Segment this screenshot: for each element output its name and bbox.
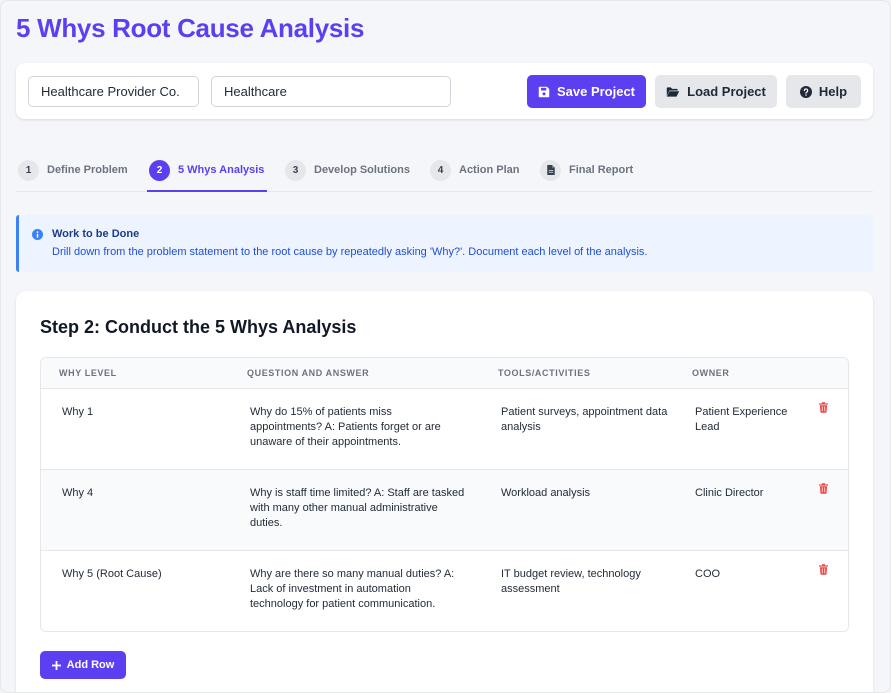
trash-icon[interactable] [819, 402, 828, 413]
column-header-owner: Owner [692, 368, 730, 378]
trash-icon[interactable] [819, 564, 828, 575]
step-tabs: 1 Define Problem 2 5 Whys Analysis 3 Dev… [16, 149, 873, 192]
trash-icon[interactable] [819, 483, 828, 494]
step-number-badge: 1 [18, 159, 39, 181]
info-icon [32, 229, 43, 240]
page-title: 5 Whys Root Cause Analysis [16, 13, 365, 43]
company-name-input[interactable] [28, 76, 199, 107]
question-answer-cell[interactable]: Why is staff time limited? A: Staff are … [250, 486, 465, 531]
tools-cell[interactable]: IT budget review, technology assessment [501, 567, 671, 597]
table-row: Why 5 (Root Cause) Why are there so many… [41, 551, 848, 631]
project-toolbar: Save Project Load Project Help [16, 63, 873, 119]
section-title: Step 2: Conduct the 5 Whys Analysis [40, 317, 357, 337]
tab-label: Action Plan [459, 164, 520, 176]
tools-cell[interactable]: Patient surveys, appointment data analys… [501, 405, 671, 435]
owner-cell[interactable]: COO [695, 567, 805, 582]
folder-open-icon [666, 86, 680, 97]
tab-define-problem[interactable]: 1 Define Problem [18, 149, 128, 191]
tab-final-report[interactable]: Final Report [540, 149, 633, 191]
save-project-button[interactable]: Save Project [527, 75, 646, 108]
tab-develop-solutions[interactable]: 3 Develop Solutions [285, 149, 410, 191]
file-icon [546, 165, 555, 175]
tab-action-plan[interactable]: 4 Action Plan [430, 149, 520, 191]
step-number-badge: 3 [285, 159, 306, 181]
column-header-tools: Tools/Activities [498, 368, 591, 378]
floppy-disk-icon [538, 86, 550, 97]
load-project-button[interactable]: Load Project [655, 75, 777, 108]
tab-label: Develop Solutions [314, 164, 410, 176]
question-answer-cell[interactable]: Why do 15% of patients miss appointments… [250, 405, 465, 450]
help-button[interactable]: Help [786, 75, 861, 108]
why-level-cell[interactable]: Why 1 [62, 405, 232, 420]
step-number-badge: 2 [149, 159, 170, 181]
add-row-button[interactable]: Add Row [40, 651, 126, 679]
notice-text: Drill down from the problem statement to… [52, 246, 648, 258]
work-notice: Work to be Done Drill down from the prob… [16, 215, 873, 272]
step-number-badge: 4 [430, 159, 451, 181]
table-row: Why 4 Why is staff time limited? A: Staf… [41, 470, 848, 551]
help-label: Help [818, 84, 848, 99]
save-project-label: Save Project [556, 84, 636, 99]
plus-icon [51, 660, 61, 670]
industry-input[interactable] [211, 76, 451, 107]
tab-label: Define Problem [47, 164, 128, 176]
why-level-cell[interactable]: Why 5 (Root Cause) [62, 567, 232, 582]
question-answer-cell[interactable]: Why are there so many manual duties? A: … [250, 567, 465, 612]
step-icon-badge [540, 159, 561, 181]
table-header: Why Level Question and Answer Tools/Acti… [41, 358, 848, 389]
tab-5-whys-analysis[interactable]: 2 5 Whys Analysis [146, 149, 268, 192]
column-header-why-level: Why Level [59, 368, 117, 378]
notice-title: Work to be Done [52, 228, 140, 240]
why-level-cell[interactable]: Why 4 [62, 486, 232, 501]
load-project-label: Load Project [687, 84, 766, 99]
tab-label: Final Report [569, 164, 634, 176]
owner-cell[interactable]: Clinic Director [695, 486, 805, 501]
tab-label: 5 Whys Analysis [178, 164, 265, 176]
app-window: 5 Whys Root Cause Analysis Save Project … [0, 0, 891, 693]
question-circle-icon [799, 85, 812, 98]
table-row: Why 1 Why do 15% of patients miss appoin… [41, 389, 848, 470]
analysis-card: Step 2: Conduct the 5 Whys Analysis Why … [16, 291, 873, 692]
column-header-question-answer: Question and Answer [247, 368, 370, 378]
owner-cell[interactable]: Patient Experience Lead [695, 405, 805, 435]
whys-table: Why Level Question and Answer Tools/Acti… [40, 357, 849, 632]
add-row-label: Add Row [66, 659, 115, 671]
tools-cell[interactable]: Workload analysis [501, 486, 671, 501]
